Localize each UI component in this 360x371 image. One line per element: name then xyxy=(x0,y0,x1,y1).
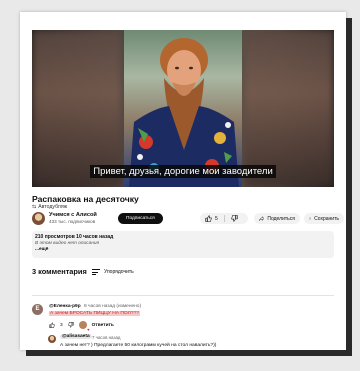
comment-actions: 3 Ответить xyxy=(49,321,114,332)
sort-label: Упорядочить xyxy=(104,269,134,276)
bookmark-icon xyxy=(309,217,311,220)
share-button[interactable]: Поделиться xyxy=(254,213,300,224)
thumbs-down-icon[interactable] xyxy=(231,215,238,222)
reply-button[interactable]: Ответить xyxy=(92,323,114,328)
reply-time: 7 часов назад xyxy=(92,335,121,340)
reply-avatar[interactable] xyxy=(48,335,56,343)
like-dislike-group: 5 xyxy=(200,213,248,224)
save-label: Сохранить xyxy=(314,215,339,222)
share-icon xyxy=(259,216,265,221)
creator-heart-icon xyxy=(78,321,90,332)
comment-avatar[interactable]: Е xyxy=(32,304,43,315)
sort-comments-button[interactable]: Упорядочить xyxy=(92,268,134,276)
view-stats: 210 просмотров 10 часов назад xyxy=(35,234,114,240)
channel-name[interactable]: Учимся с Алисой xyxy=(49,212,97,218)
comment-text: А зачем БРОСАТЬ ПИЦЦУ НА ПОЛ??? xyxy=(49,311,141,316)
video-page-card: Привет, друзья, дорогие мои заводители Р… xyxy=(20,12,346,350)
translate-icon: ⇆ xyxy=(32,204,37,210)
auto-dub-label: ⇆ Автодубляж xyxy=(32,204,67,210)
sort-icon xyxy=(92,268,100,276)
subscriber-count: 433 тыс. подписчиков xyxy=(49,219,96,224)
comment-time: 8 часов назад (изменено) xyxy=(83,304,142,309)
like-divider xyxy=(223,215,225,222)
comment-header: @Еленка-p9p 8 часов назад (изменено) xyxy=(49,304,141,309)
comments-divider xyxy=(32,295,334,296)
show-more-link[interactable]: ...ещё xyxy=(35,247,331,252)
comment-like-icon[interactable] xyxy=(49,322,55,328)
reply-text: А зачем нет? ) Предлагаете 50 килограмм … xyxy=(60,343,217,348)
thumbs-up-icon[interactable] xyxy=(205,215,212,222)
comment-like-count: 3 xyxy=(60,322,63,328)
channel-row: Учимся с Алисой 433 тыс. подписчиков Под… xyxy=(32,211,344,227)
save-button[interactable]: Сохранить xyxy=(304,213,344,224)
comment-dislike-icon[interactable] xyxy=(68,322,74,328)
channel-avatar[interactable] xyxy=(32,212,45,225)
comment-author[interactable]: @Еленка-p9p xyxy=(49,304,81,309)
comments-count: 3 комментария xyxy=(32,267,87,276)
subtitle-text: Привет, друзья, дорогие мои заводители xyxy=(90,165,276,178)
reply-author[interactable]: @alisasaeta xyxy=(60,334,92,339)
video-player[interactable]: Привет, друзья, дорогие мои заводители xyxy=(32,30,334,187)
like-count: 5 xyxy=(215,215,218,222)
no-description-text: В этом видео нет описания xyxy=(35,241,100,246)
auto-dub-text: Автодубляж xyxy=(38,204,68,210)
share-label: Поделиться xyxy=(267,215,295,222)
subscribe-button[interactable]: Подписаться xyxy=(118,213,163,224)
description-box[interactable]: 210 просмотров 10 часов назад В этом вид… xyxy=(32,231,334,258)
video-title: Распаковка на десяточку xyxy=(32,194,139,204)
video-subtitle: Привет, друзья, дорогие мои заводители xyxy=(32,161,334,179)
